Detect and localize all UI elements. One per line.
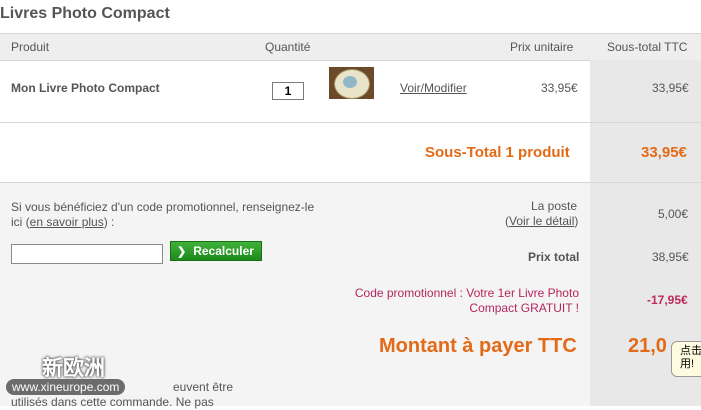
- promo-code-value: -17,95€: [647, 293, 688, 307]
- amount-due-label: Montant à payer TTC: [379, 335, 577, 357]
- watermark-url: www.xineurope.com: [6, 379, 126, 395]
- header-quantity: Quantité: [265, 40, 311, 54]
- product-thumbnail[interactable]: [329, 67, 374, 99]
- shipping-detail-link[interactable]: Voir le détail: [509, 214, 574, 228]
- total-price-label: Prix total: [528, 250, 580, 264]
- product-name: Mon Livre Photo Compact: [11, 81, 160, 95]
- unit-price: 33,95€: [541, 81, 578, 95]
- watermark-title: 新欧洲: [42, 357, 105, 380]
- recalculate-label: Recalculer: [193, 244, 254, 258]
- table-header: Produit Quantité Prix unitaire Sous-tota…: [0, 33, 701, 61]
- shipping-detail: (Voir le détail): [505, 214, 578, 228]
- view-edit-link[interactable]: Voir/Modifier: [400, 81, 467, 95]
- header-unit-price: Prix unitaire: [510, 40, 574, 54]
- promo-code-line: Code promotionnel : Votre 1er Livre Phot…: [340, 286, 579, 316]
- chevron-right-icon: ❯: [177, 245, 187, 258]
- promo-code-input[interactable]: [11, 244, 163, 264]
- products-subtotal-label: Sous-Total 1 produit: [425, 144, 570, 161]
- shipping-value: 5,00€: [658, 207, 689, 221]
- total-price-value: 38,95€: [652, 250, 689, 264]
- products-subtotal-row: Sous-Total 1 produit 33,95€: [0, 123, 701, 183]
- shipping-label: La poste: [531, 199, 578, 213]
- line-subtotal: 33,95€: [652, 81, 689, 95]
- cart-table: Produit Quantité Prix unitaire Sous-tota…: [0, 33, 701, 406]
- header-subtotal: Sous-total TTC: [607, 40, 688, 54]
- promo-text-after: ) :: [103, 215, 115, 229]
- products-subtotal-value: 33,95€: [641, 144, 687, 161]
- header-product: Produit: [11, 40, 50, 54]
- overlay-line1: 点击: [680, 345, 701, 357]
- amount-due-value: 21,0: [628, 335, 667, 357]
- quantity-input[interactable]: [272, 82, 304, 100]
- learn-more-link[interactable]: en savoir plus: [30, 215, 104, 229]
- bottom-note-line2: utilisés dans cette commande. Ne pas: [11, 395, 214, 409]
- recalculate-button[interactable]: ❯ Recalculer: [170, 241, 262, 261]
- shipping-detail-suffix: ): [574, 214, 579, 228]
- overlay-popup[interactable]: 点击 用!: [671, 341, 701, 377]
- promo-code-line2: Compact GRATUIT !: [469, 301, 579, 315]
- page-title: Livres Photo Compact: [0, 5, 170, 22]
- overlay-line2: 用!: [680, 358, 695, 370]
- watermark: 新欧洲 www.xineurope.com: [6, 352, 152, 396]
- table-row: Mon Livre Photo Compact Voir/Modifier 33…: [0, 60, 701, 123]
- promo-code-line1: Code promotionnel : Votre 1er Livre Phot…: [354, 286, 579, 300]
- promo-instructions: Si vous bénéficiez d'un code promotionne…: [11, 200, 321, 230]
